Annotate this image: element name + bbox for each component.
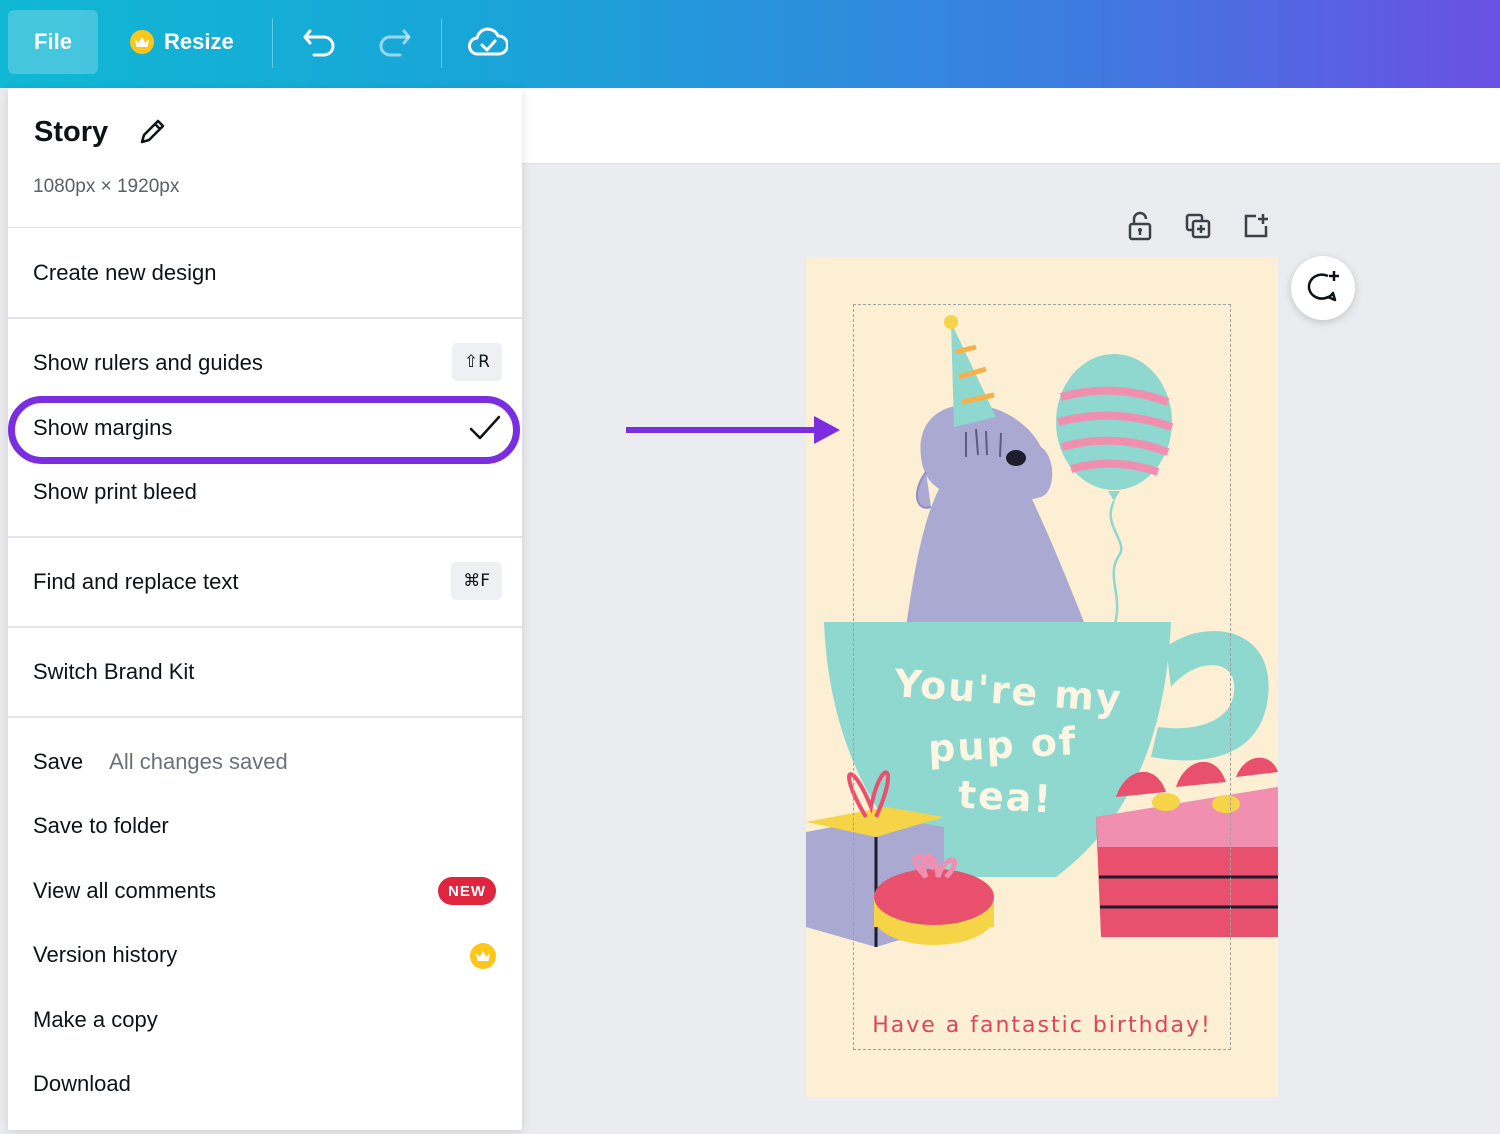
design-page[interactable]: You're my pup of tea! Have a fantastic b…	[806, 257, 1278, 1097]
menu-item-label: View all comments	[33, 878, 216, 903]
save-status: All changes saved	[109, 749, 288, 774]
menu-item-save[interactable]: Save All changes saved	[8, 734, 522, 790]
menu-item-label: Create new design	[33, 260, 217, 285]
crown-icon	[470, 943, 496, 969]
new-badge: NEW	[438, 877, 496, 905]
toolbar-divider	[441, 18, 442, 68]
menu-divider	[8, 317, 522, 319]
design-title[interactable]: Story	[34, 116, 108, 149]
menu-item-make-copy[interactable]: Make a copy	[8, 992, 522, 1048]
menu-item-label: Make a copy	[33, 1007, 158, 1032]
menu-item-label: Version history	[33, 942, 178, 967]
add-page-icon[interactable]	[1236, 206, 1276, 246]
menu-item-label: Show rulers and guides	[33, 350, 263, 375]
design-dimensions: 1080px × 1920px	[33, 176, 180, 197]
menu-item-download[interactable]: Download	[8, 1056, 522, 1112]
menu-item-find-replace[interactable]: Find and replace text ⌘F	[8, 554, 522, 610]
menu-item-view-comments[interactable]: View all comments NEW	[8, 863, 522, 919]
menu-divider	[8, 626, 522, 628]
menu-item-switch-brand-kit[interactable]: Switch Brand Kit	[8, 644, 522, 700]
resize-label: Resize	[164, 29, 234, 54]
top-toolbar: File Resize	[0, 0, 1500, 88]
duplicate-page-icon[interactable]	[1178, 206, 1218, 246]
menu-item-version-history[interactable]: Version history	[8, 927, 522, 983]
add-comment-button[interactable]	[1291, 256, 1355, 320]
menu-item-show-rulers[interactable]: Show rulers and guides ⇧R	[8, 335, 522, 391]
menu-item-show-print-bleed[interactable]: Show print bleed	[8, 464, 522, 520]
highlight-annotation	[8, 396, 520, 464]
file-menu-button[interactable]: File	[8, 10, 98, 74]
card-footer-text[interactable]: Have a fantastic birthday!	[806, 1013, 1278, 1038]
lock-icon[interactable]	[1120, 206, 1160, 246]
file-menu-dropdown: Story 1080px × 1920px Create new design …	[8, 88, 522, 1130]
arrow-annotation-icon	[626, 416, 840, 444]
menu-item-save-to-folder[interactable]: Save to folder	[8, 798, 522, 854]
menu-item-label: Switch Brand Kit	[33, 659, 195, 684]
menu-divider	[8, 536, 522, 538]
menu-item-label: Find and replace text	[33, 569, 239, 594]
undo-icon[interactable]	[298, 20, 342, 64]
secondary-toolbar	[522, 88, 1500, 164]
toolbar-divider	[272, 18, 273, 68]
menu-item-label: Download	[33, 1071, 131, 1096]
menu-item-label: Save	[33, 749, 84, 774]
card-text-line3[interactable]: tea!	[957, 773, 1054, 822]
redo-icon[interactable]	[372, 20, 416, 64]
card-text-line2[interactable]: pup of	[927, 719, 1078, 771]
crown-icon	[130, 30, 154, 54]
menu-item-label: Save to folder	[33, 813, 169, 838]
pencil-icon[interactable]	[134, 114, 170, 150]
menu-item-create-new-design[interactable]: Create new design	[8, 245, 522, 301]
shortcut-badge: ⌘F	[451, 562, 502, 600]
cloud-saved-icon[interactable]	[466, 20, 510, 64]
menu-divider	[8, 716, 522, 718]
menu-item-label: Show print bleed	[33, 479, 197, 504]
comment-plus-icon	[1307, 271, 1339, 302]
menu-header: Story 1080px × 1920px	[8, 88, 522, 228]
shortcut-badge: ⇧R	[451, 343, 502, 381]
resize-button[interactable]: Resize	[130, 10, 234, 74]
